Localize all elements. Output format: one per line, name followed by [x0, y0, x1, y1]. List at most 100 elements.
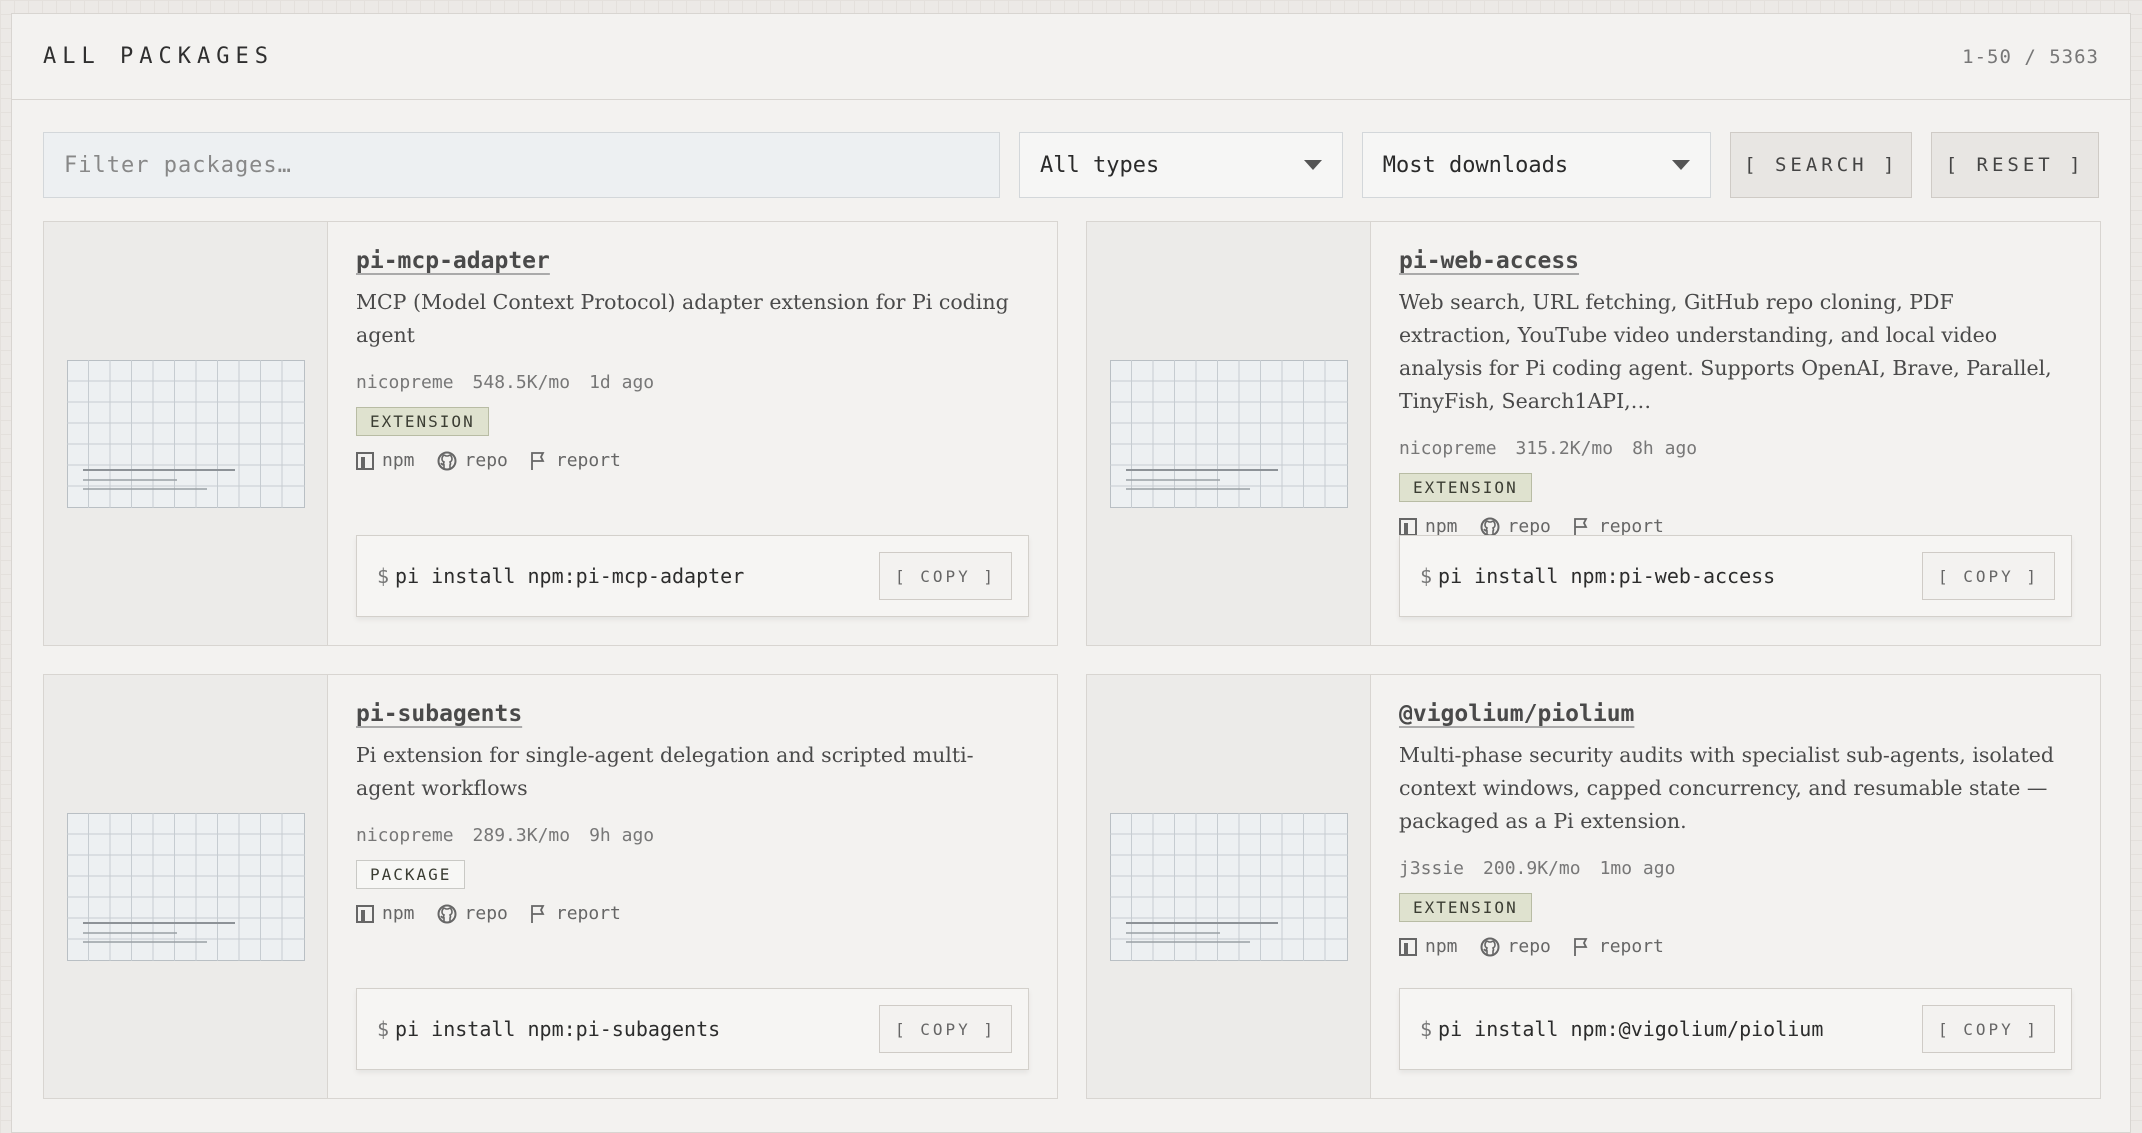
report-link[interactable]: report — [530, 903, 621, 924]
package-thumbnail — [44, 675, 328, 1098]
toolbar: All types Most downloads [ SEARCH ] [ RE… — [43, 132, 2100, 198]
report-link-label: report — [1598, 516, 1664, 537]
npm-icon — [356, 904, 374, 923]
repo-link[interactable]: repo — [1480, 516, 1551, 537]
package-links: npm repo report — [1399, 936, 2072, 957]
page-title: ALL PACKAGES — [43, 44, 274, 69]
repo-link[interactable]: repo — [437, 903, 508, 924]
package-type-badge: EXTENSION — [1399, 893, 1532, 922]
install-command-box: $ pi install npm:pi-mcp-adapter [ COPY ] — [356, 535, 1029, 617]
package-card-body: @vigolium/piolium Multi-phase security a… — [1371, 675, 2100, 1098]
package-card-body: pi-subagents Pi extension for single-age… — [328, 675, 1057, 1098]
install-command-box: $ pi install npm:pi-subagents [ COPY ] — [356, 988, 1029, 1070]
package-name-link[interactable]: pi-web-access — [1399, 248, 1579, 274]
package-thumbnail — [44, 222, 328, 645]
caret-down-icon — [1672, 160, 1691, 170]
copy-button[interactable]: [ COPY ] — [878, 1005, 1012, 1053]
copy-button[interactable]: [ COPY ] — [878, 552, 1012, 600]
npm-icon — [356, 451, 374, 470]
type-select-value: All types — [1040, 152, 1160, 178]
npm-link[interactable]: npm — [356, 903, 415, 924]
package-meta: nicopreme 289.3K/mo 9h ago — [356, 825, 1029, 846]
package-card-body: pi-web-access Web search, URL fetching, … — [1371, 222, 2100, 645]
npm-icon — [1399, 517, 1417, 536]
package-description: Pi extension for single-agent delegation… — [356, 743, 974, 800]
package-name-link[interactable]: @vigolium/piolium — [1399, 701, 1634, 727]
report-link-label: report — [555, 450, 621, 471]
filter-input[interactable] — [43, 132, 1001, 198]
npm-link[interactable]: npm — [1399, 936, 1458, 957]
repo-link-label: repo — [1507, 936, 1551, 957]
prompt-symbol: $ — [377, 1017, 390, 1041]
package-description: MCP (Model Context Protocol) adapter ext… — [356, 290, 1009, 347]
github-icon — [437, 451, 457, 471]
github-icon — [1480, 937, 1500, 957]
npm-link[interactable]: npm — [1399, 516, 1458, 537]
github-icon — [1480, 517, 1500, 537]
packages-panel: ALL PACKAGES 1-50 / 5363 All types Most … — [11, 13, 2131, 1133]
package-card: @vigolium/piolium Multi-phase security a… — [1086, 674, 2101, 1099]
install-command: $ pi install npm:pi-mcp-adapter — [377, 564, 744, 588]
package-downloads: 289.3K/mo — [472, 825, 571, 846]
flag-icon — [530, 451, 548, 471]
copy-button[interactable]: [ COPY ] — [1921, 552, 2055, 600]
result-count: 1-50 / 5363 — [1962, 45, 2099, 68]
install-command: $ pi install npm:pi-subagents — [377, 1017, 720, 1041]
reset-button[interactable]: [ RESET ] — [1931, 132, 2100, 198]
npm-link-label: npm — [382, 450, 415, 471]
npm-link-label: npm — [1425, 936, 1458, 957]
package-name-link[interactable]: pi-mcp-adapter — [356, 248, 550, 274]
npm-icon — [1399, 937, 1417, 956]
package-card: pi-mcp-adapter MCP (Model Context Protoc… — [43, 221, 1058, 646]
report-link-label: report — [1598, 936, 1664, 957]
npm-link[interactable]: npm — [356, 450, 415, 471]
package-type-badge: PACKAGE — [356, 860, 466, 889]
package-author: j3ssie — [1399, 858, 1465, 879]
package-downloads: 315.2K/mo — [1515, 438, 1614, 459]
report-link[interactable]: report — [1573, 516, 1664, 537]
package-downloads: 200.9K/mo — [1483, 858, 1581, 879]
install-command-box: $ pi install npm:pi-web-access [ COPY ] — [1399, 535, 2072, 617]
grid-preview-icon — [1109, 359, 1348, 508]
package-description: Web search, URL fetching, GitHub repo cl… — [1399, 290, 2052, 413]
report-link[interactable]: report — [1573, 936, 1664, 957]
search-button[interactable]: [ SEARCH ] — [1730, 132, 1913, 198]
repo-link-label: repo — [1507, 516, 1551, 537]
install-command-text: pi install npm:@vigolium/piolium — [1438, 1017, 1824, 1041]
sort-select-value: Most downloads — [1382, 152, 1569, 178]
repo-link[interactable]: repo — [1480, 936, 1551, 957]
install-command-box: $ pi install npm:@vigolium/piolium [ COPY… — [1399, 988, 2072, 1070]
repo-link[interactable]: repo — [437, 450, 508, 471]
copy-button[interactable]: [ COPY ] — [1921, 1005, 2055, 1053]
package-updated: 9h ago — [589, 825, 655, 846]
package-author: nicopreme — [356, 825, 454, 846]
package-meta: j3ssie 200.9K/mo 1mo ago — [1399, 858, 2072, 879]
package-card: pi-subagents Pi extension for single-age… — [43, 674, 1058, 1099]
package-links: npm repo report — [356, 903, 1029, 924]
package-description: Multi-phase security audits with special… — [1399, 743, 2055, 833]
package-author: nicopreme — [356, 372, 454, 393]
sort-select[interactable]: Most downloads — [1361, 132, 1712, 198]
package-meta: nicopreme 315.2K/mo 8h ago — [1399, 438, 2072, 459]
install-command: $ pi install npm:@vigolium/piolium — [1420, 1017, 1823, 1041]
github-icon — [437, 904, 457, 924]
grid-preview-icon — [66, 359, 305, 508]
package-thumbnail — [1087, 222, 1371, 645]
type-select[interactable]: All types — [1019, 132, 1343, 198]
npm-link-label: npm — [382, 903, 415, 924]
grid-preview-icon — [1109, 812, 1348, 961]
prompt-symbol: $ — [1420, 564, 1433, 588]
package-name-link[interactable]: pi-subagents — [356, 701, 522, 727]
flag-icon — [530, 904, 548, 924]
prompt-symbol: $ — [377, 564, 390, 588]
panel-header: ALL PACKAGES 1-50 / 5363 — [12, 14, 2130, 100]
flag-icon — [1573, 517, 1591, 537]
prompt-symbol: $ — [1420, 1017, 1433, 1041]
package-card: pi-web-access Web search, URL fetching, … — [1086, 221, 2101, 646]
package-updated: 1d ago — [589, 372, 655, 393]
package-type-badge: EXTENSION — [356, 407, 489, 436]
install-command-text: pi install npm:pi-mcp-adapter — [395, 564, 745, 588]
package-thumbnail — [1087, 675, 1371, 1098]
install-command: $ pi install npm:pi-web-access — [1420, 564, 1775, 588]
report-link[interactable]: report — [530, 450, 621, 471]
